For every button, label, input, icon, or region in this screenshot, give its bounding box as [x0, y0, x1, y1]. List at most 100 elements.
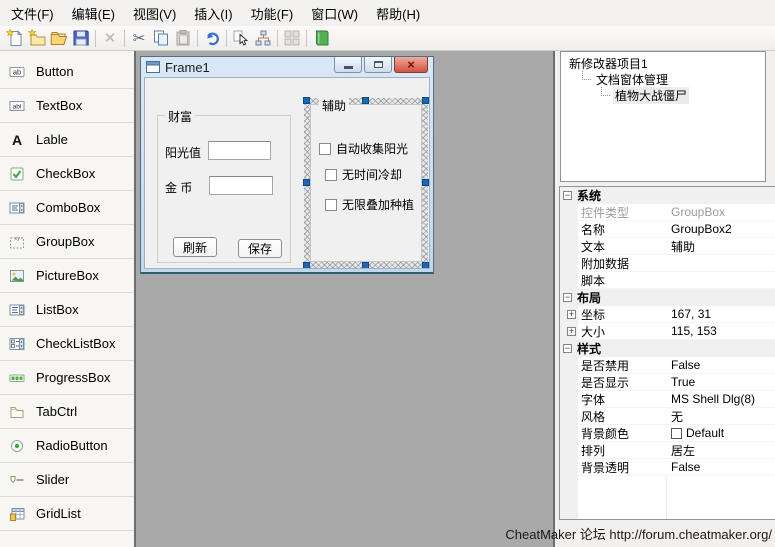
- checkbox-row[interactable]: 自动收集阳光: [319, 140, 408, 157]
- checkbox-icon[interactable]: [325, 199, 337, 211]
- collapse-icon[interactable]: −: [563, 293, 572, 302]
- form-client-area[interactable]: 财富 阳光值 金 币 刷新 保存 辅助: [144, 77, 430, 269]
- resize-handle-mid-right[interactable]: [422, 179, 429, 186]
- cut-icon[interactable]: ✂: [128, 27, 150, 49]
- minimize-button[interactable]: [334, 57, 362, 73]
- menu-edit[interactable]: 编辑(E): [63, 0, 124, 26]
- close-icon: ×: [407, 58, 415, 71]
- prop-value[interactable]: 115, 153: [666, 324, 775, 338]
- checkbox-row[interactable]: 无时间冷却: [325, 166, 402, 183]
- row-indent: [560, 357, 578, 374]
- toolbox-item-slider[interactable]: Slider: [0, 463, 134, 497]
- toolbox-item-label: GridList: [36, 506, 81, 521]
- menu-file[interactable]: 文件(F): [2, 0, 63, 26]
- prop-value[interactable]: 居左: [666, 442, 775, 459]
- menu-view[interactable]: 视图(V): [124, 0, 185, 26]
- collapse-icon[interactable]: −: [563, 344, 572, 353]
- toolbox-item-progressbox[interactable]: ProgressBox: [0, 361, 134, 395]
- prop-value[interactable]: False: [666, 460, 775, 474]
- toolbox-item-groupbox[interactable]: xy GroupBox: [0, 225, 134, 259]
- prop-row-font: 字体 MS Shell Dlg(8): [560, 391, 775, 408]
- menu-window[interactable]: 窗口(W): [302, 0, 367, 26]
- grid-icon[interactable]: [281, 27, 303, 49]
- row-indent: [560, 221, 578, 238]
- prop-value[interactable]: Default: [666, 426, 775, 440]
- checkbox-icon[interactable]: [325, 169, 337, 181]
- tree-item-project[interactable]: 新修改器项目1: [561, 55, 765, 71]
- resize-handle-bottom-center[interactable]: [362, 262, 369, 269]
- checkbox-icon[interactable]: [319, 143, 331, 155]
- refresh-button[interactable]: 刷新: [173, 237, 217, 257]
- tree-item-label: 文档窗体管理: [594, 71, 670, 88]
- open-icon[interactable]: [48, 27, 70, 49]
- select-icon[interactable]: [230, 27, 252, 49]
- toolbox-item-gridlist[interactable]: GridList: [0, 497, 134, 531]
- hierarchy-icon[interactable]: [252, 27, 274, 49]
- save-icon[interactable]: [70, 27, 92, 49]
- expand-icon[interactable]: +: [567, 327, 576, 336]
- prop-value[interactable]: 无: [666, 408, 775, 425]
- toolbar-separator: [226, 30, 227, 47]
- toolbox-item-combobox[interactable]: ComboBox: [0, 191, 134, 225]
- save-form-button[interactable]: 保存: [238, 239, 282, 258]
- groupbox-icon: xy: [9, 234, 25, 250]
- undo-icon[interactable]: [201, 27, 223, 49]
- assist-groupbox[interactable]: 辅助 自动收集阳光 无时间冷却 无限叠加种植: [310, 104, 422, 262]
- prop-value[interactable]: MS Shell Dlg(8): [666, 392, 775, 406]
- coin-input[interactable]: [209, 176, 273, 195]
- menu-function[interactable]: 功能(F): [242, 0, 303, 26]
- picturebox-icon: [9, 268, 25, 284]
- selection-frame[interactable]: 辅助 自动收集阳光 无时间冷却 无限叠加种植: [304, 98, 428, 268]
- menu-insert[interactable]: 插入(I): [185, 0, 241, 26]
- toolbox-item-label[interactable]: A Lable: [0, 123, 134, 157]
- toolbox-item-radiobutton[interactable]: RadioButton: [0, 429, 134, 463]
- toolbox-item-listbox[interactable]: ListBox: [0, 293, 134, 327]
- prop-value[interactable]: True: [666, 375, 775, 389]
- main-area: ab Button abl TextBox A Lable CheckBox C…: [0, 51, 775, 547]
- tree-item-pvz[interactable]: 植物大战僵尸: [561, 87, 765, 103]
- prop-label: 控件类型: [578, 204, 666, 221]
- resize-handle-bottom-left[interactable]: [303, 262, 310, 269]
- copy-icon[interactable]: [150, 27, 172, 49]
- prop-value[interactable]: GroupBox2: [666, 222, 775, 236]
- tree-connector-icon: [601, 87, 610, 96]
- toolbox-item-checkbox[interactable]: CheckBox: [0, 157, 134, 191]
- menu-help[interactable]: 帮助(H): [367, 0, 429, 26]
- toolbox-item-textbox[interactable]: abl TextBox: [0, 89, 134, 123]
- new-form-icon[interactable]: [26, 27, 48, 49]
- checkbox-row[interactable]: 无限叠加种植: [325, 196, 414, 213]
- prop-label: 是否显示: [578, 374, 666, 391]
- tree-item-form-manager[interactable]: 文档窗体管理: [561, 71, 765, 87]
- textbox-icon: abl: [9, 98, 25, 114]
- resize-handle-top-center[interactable]: [362, 97, 369, 104]
- designer-window[interactable]: Frame1 × 财富 阳光值 金 币 刷新: [140, 56, 434, 274]
- toolbox-item-picturebox[interactable]: PictureBox: [0, 259, 134, 293]
- prop-value[interactable]: 辅助: [666, 238, 775, 255]
- property-grid: − 系统 控件类型 GroupBox 名称 GroupBox2 文本 辅助: [559, 186, 775, 520]
- wealth-groupbox[interactable]: 财富 阳光值 金 币 刷新 保存: [157, 115, 291, 263]
- prop-value[interactable]: False: [666, 358, 775, 372]
- tree-item-label: 植物大战僵尸: [613, 87, 689, 104]
- close-button[interactable]: ×: [394, 57, 428, 73]
- category-layout: − 布局: [560, 289, 775, 306]
- resize-handle-top-right[interactable]: [422, 97, 429, 104]
- toolbox-item-button[interactable]: ab Button: [0, 55, 134, 89]
- designer-window-titlebar[interactable]: Frame1 ×: [141, 57, 433, 77]
- progressbox-icon: [9, 370, 25, 386]
- resize-handle-bottom-right[interactable]: [422, 262, 429, 269]
- collapse-icon[interactable]: −: [563, 191, 572, 200]
- toolbox-item-tabctrl[interactable]: TabCtrl: [0, 395, 134, 429]
- maximize-button[interactable]: [364, 57, 392, 73]
- toolbox-item-label: ProgressBox: [36, 370, 110, 385]
- paste-icon[interactable]: [172, 27, 194, 49]
- expand-icon[interactable]: +: [567, 310, 576, 319]
- resize-handle-mid-left[interactable]: [303, 179, 310, 186]
- resize-handle-top-left[interactable]: [303, 97, 310, 104]
- new-file-icon[interactable]: [4, 27, 26, 49]
- forum-link[interactable]: CheatMaker 论坛 http://forum.cheatmaker.or…: [505, 524, 772, 543]
- toolbox-item-checklistbox[interactable]: CheckListBox: [0, 327, 134, 361]
- prop-value[interactable]: 167, 31: [666, 307, 775, 321]
- delete-icon[interactable]: ✕: [99, 27, 121, 49]
- book-icon[interactable]: [310, 27, 332, 49]
- sun-value-input[interactable]: [208, 141, 271, 160]
